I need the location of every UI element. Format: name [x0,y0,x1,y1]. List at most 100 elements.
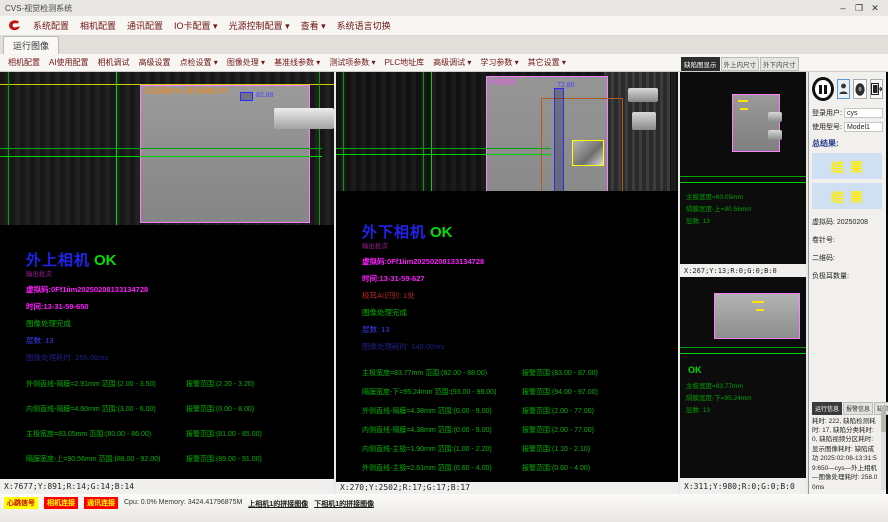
baseline-horizontal [0,148,322,149]
toolbar-other-settings[interactable]: 其它设置 ▾ [528,57,566,68]
measurement-row: 内侧直线-主极=1.90mm 范围:(1.00 - 2.20) 报警范围:(1.… [362,444,678,454]
metal-part-image [768,130,782,140]
defect-view-upper[interactable]: 主极宽度=83.05mm 隔膜宽度-上=90.56mm 层数: 13 [680,72,806,264]
batch-code-value: 20250208 [837,219,868,226]
thumbnail-readout: 主极宽度=83.77mm 隔膜宽度-下=95.24mm 层数: 13 [686,381,752,417]
toolbar-ai-config[interactable]: AI使用配置 [49,57,89,68]
scrollbar-thumb[interactable] [881,406,886,432]
model-value[interactable]: Model1 [844,122,883,132]
measurement-value: 外侧直线-隔膜=2.91mm 范围:(2.00 - 3.50) [26,379,186,389]
tab-strip: 运行图像 [0,36,888,54]
user-button[interactable] [837,79,850,99]
cpu-memory-readout: Cpu: 0.0% Memory: 3424.41796875M [124,497,242,506]
tiny-label-marks [756,309,764,311]
result-box-upper: 结果 [812,153,882,179]
toolbar-camera-debug[interactable]: 相机调试 [98,57,130,68]
close-icon[interactable]: ✕ [867,1,883,15]
upper-camera-viewport[interactable]: 寻边阈值:93, 吸合阈值:100 82.88 [0,72,334,225]
menu-item-io-config[interactable]: IO卡配置 ▾ [174,19,218,32]
maximize-icon[interactable]: ❐ [851,1,867,15]
statusbar: 心跳信号 相机连接 通讯连接 Cpu: 0.0% Memory: 3424.41… [0,494,888,522]
menu-item-system-config[interactable]: 系统配置 [33,19,69,32]
pause-button[interactable] [812,77,834,101]
minimize-icon[interactable]: – [835,1,851,15]
app-logo-icon [7,19,22,32]
toolbar-plc-address[interactable]: PLC地址库 [385,57,425,68]
menu-item-light-config[interactable]: 光源控制配置 ▾ [229,19,290,32]
layer-count: 层数: 13 [362,324,678,335]
lower-camera-viewport[interactable]: AI检测区 72.80 [336,72,678,191]
info-tabs: 运行信息 报警信息 缺陷信息 [812,402,883,415]
menu-item-camera-config[interactable]: 相机配置 [80,19,116,32]
menu-item-language-switch[interactable]: 系统语言切换 [337,19,391,32]
toolbar-spot-check[interactable]: 点检设置 ▾ [180,57,218,68]
app-window: CVS-视觉检测系统 – ❐ ✕ 系统配置 相机配置 通讯配置 IO卡配置 ▾ … [0,0,888,522]
logout-icon [871,83,882,95]
tab-run-info[interactable]: 运行信息 [812,402,842,415]
menu-item-comm-config[interactable]: 通讯配置 [127,19,163,32]
pixel-coordinates: X:267;Y:13;R:0;G:0;B:0 [684,267,777,275]
tab-lower-inner-size[interactable]: 外下内尺寸 [760,57,799,71]
model-label: 使用型号: [812,122,842,132]
alarm-range: 报警范围:(0.60 - 4.00) [522,463,590,473]
toolbar-camera-config[interactable]: 相机配置 [8,57,40,68]
layer-count: 层数: 13 [26,335,334,346]
logout-button[interactable] [870,79,883,99]
tab-alarm-info[interactable]: 报警信息 [843,402,873,415]
measure-value-label: 72.80 [557,82,575,89]
measurement-value: 内侧直线-隔膜=4.60mm 范围:(3.00 - 6.00) [26,404,186,414]
measurement-value: 主极宽度=83.05mm 范围:(80.00 - 86.00) [26,429,186,439]
defect-roi-box [572,140,604,166]
toolbar-baseline-params[interactable]: 基准线参数 ▾ [274,57,320,68]
tab-upper-inner-size[interactable]: 外上内尺寸 [721,57,760,71]
toolbar-image-processing[interactable]: 图像处理 ▾ [227,57,265,68]
baseline-horizontal [680,182,806,183]
baseline-horizontal [336,148,551,149]
sidebar-spacer [812,281,883,402]
camera-name: 外上相机 [26,249,90,270]
baseline-vertical [431,72,432,191]
measurement-row: 主极宽度=83.05mm 范围:(80.00 - 86.00) 报警范围:(81… [26,429,334,439]
batch-code-field: 虚拟码: 20250208 [812,217,883,227]
tab-run-image[interactable]: 运行图像 [3,36,59,54]
metal-part-image [632,112,656,130]
metal-part-image [768,112,782,122]
tab-defect-display[interactable]: 缺陷图显示 [681,57,720,71]
measure-roi-box [554,88,564,191]
toolbar-test-params[interactable]: 测试项参数 ▾ [329,57,375,68]
toolbar-advanced-settings[interactable]: 高级设置 [139,57,171,68]
toolbar-items: 相机配置 AI使用配置 相机调试 高级设置 点检设置 ▾ 图像处理 ▾ 基准线参… [0,57,681,68]
pause-icon [824,85,827,94]
thumbnail-readout: 主极宽度=83.05mm 隔膜宽度-上=90.56mm 层数: 13 [686,192,752,228]
readout-line: 层数: 13 [686,405,752,417]
measurement-row: 隔膜宽度-下=95.24mm 范围:(93.00 - 98.00) 报警范围:(… [362,387,678,397]
measurement-value: 内侧直线-主极=1.90mm 范围:(1.00 - 2.20) [362,444,522,454]
threshold-label: 寻边阈值:93, 吸合阈值:100 [144,86,227,96]
measurement-value: 外侧直线-隔膜=4.38mm 范围:(0.00 - 9.00) [362,406,522,416]
user-icon [839,83,848,95]
baseline-horizontal [0,156,322,157]
baseline-vertical [343,72,344,191]
upper-stitched-image-link[interactable]: 上相机1的拼接图像 [248,497,308,509]
processing-status: 图像处理完成 [26,318,334,329]
info-scrollbar[interactable] [881,406,886,490]
defect-view-lower[interactable]: OK 主极宽度=83.77mm 隔膜宽度-下=95.24mm 层数: 13 [680,277,806,478]
lower-stitched-image-link[interactable]: 下相机1的拼接图像 [314,497,374,509]
alarm-range: 报警范围:(1.10 - 2.10) [522,444,590,454]
titlebar: CVS-视觉检测系统 – ❐ ✕ [0,0,888,16]
result-status: OK [430,224,453,241]
baseline-horizontal [336,154,551,155]
toolbar-learning-params[interactable]: 学习参数 ▾ [480,57,518,68]
readout-line: 隔膜宽度-下=95.24mm [686,393,752,405]
menu-item-view[interactable]: 查看 ▾ [301,19,326,32]
readout-line: 主极宽度=83.77mm [686,381,752,393]
lock-button[interactable] [853,79,866,99]
toolbar-advanced-debug[interactable]: 高级调试 ▾ [433,57,471,68]
tiny-label-marks [752,301,764,303]
lock-icon [855,83,865,96]
processing-status: 图像处理完成 [362,307,678,318]
menubar: 系统配置 相机配置 通讯配置 IO卡配置 ▾ 光源控制配置 ▾ 查看 ▾ 系统语… [0,16,888,36]
barcode-text: 虚拟码:0Ff1iim20250208133134728 [362,256,678,267]
login-user-value[interactable]: cys [844,108,883,118]
batch-code-label: 虚拟码: [812,219,835,226]
